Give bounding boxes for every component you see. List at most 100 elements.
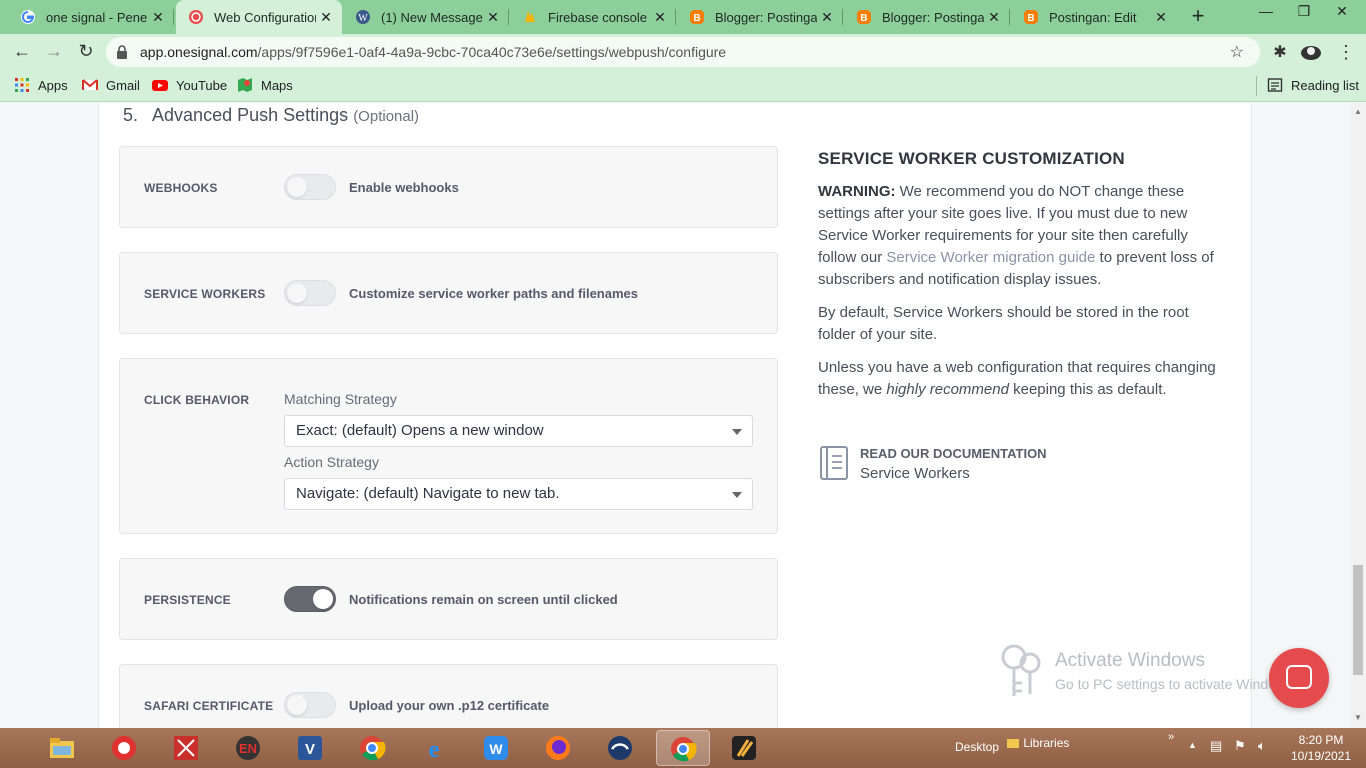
menu-dots-icon[interactable]: ⋮: [1336, 42, 1356, 62]
bookmark-gmail[interactable]: Gmail: [82, 77, 140, 93]
bookmark-label: Maps: [261, 77, 293, 93]
taskbar-app-10[interactable]: [602, 730, 638, 766]
action-strategy-select[interactable]: Navigate: (default) Navigate to new tab.: [284, 478, 753, 510]
webhooks-toggle[interactable]: [284, 174, 336, 200]
close-window-button[interactable]: ✕: [1322, 0, 1362, 24]
page-scrollbar[interactable]: ▲ ▼: [1350, 103, 1366, 728]
bookmark-apps[interactable]: Apps: [14, 77, 68, 93]
bookmark-label: YouTube: [176, 77, 228, 93]
wps-icon: W: [484, 736, 508, 760]
address-bar[interactable]: app.onesignal.com/apps/9f7596e1-0af4-4a9…: [106, 37, 1260, 67]
webhooks-card: WEBHOOKS Enable webhooks: [119, 146, 778, 228]
toolbar-expand-icon[interactable]: »: [1168, 731, 1174, 743]
taskbar-explorer[interactable]: [44, 730, 80, 766]
chrome-icon: [360, 736, 386, 761]
service-workers-toggle-text: Customize service worker paths and filen…: [349, 286, 638, 301]
restore-button[interactable]: ❐: [1284, 0, 1324, 24]
taskbar-app-3[interactable]: [168, 730, 204, 766]
section-number: 5.: [123, 105, 139, 125]
taskbar-app-5[interactable]: V: [292, 730, 328, 766]
internet-explorer-icon: e: [429, 737, 440, 762]
desktop-toolbar-label[interactable]: Desktop: [955, 740, 999, 754]
sw-recommend-text: Unless you have a web configuration that…: [818, 359, 1216, 398]
folder-icon: [50, 738, 74, 758]
service-workers-card: SERVICE WORKERS Customize service worker…: [119, 252, 778, 334]
system-clock[interactable]: 8:20 PM 10/19/2021: [1286, 732, 1356, 764]
scroll-up-icon[interactable]: ▲: [1354, 107, 1362, 116]
taskbar-chrome[interactable]: [354, 730, 390, 766]
profile-avatar[interactable]: [1300, 42, 1321, 62]
taskbar-chrome-active[interactable]: [656, 730, 710, 766]
url-domain: app.onesignal.com: [140, 44, 258, 60]
taskbar-ie[interactable]: e: [416, 730, 452, 766]
tab-title: Firebase console: [548, 9, 647, 25]
taskbar-app-2[interactable]: [106, 730, 142, 766]
clock-date: 10/19/2021: [1290, 749, 1352, 763]
chat-launcher-button[interactable]: [1269, 648, 1329, 708]
bookmark-maps[interactable]: Maps: [237, 77, 293, 93]
new-tab-button[interactable]: +: [1184, 5, 1212, 29]
persistence-toggle[interactable]: [284, 586, 336, 612]
reading-list[interactable]: Reading list: [1267, 77, 1359, 93]
app-icon: V: [298, 736, 322, 760]
svg-text:B: B: [693, 13, 700, 24]
taskbar-wps[interactable]: W: [478, 730, 514, 766]
libraries-toolbar-label[interactable]: Libraries: [1006, 736, 1069, 750]
tab-postingan-edit[interactable]: B Postingan: Edit ✕: [1011, 0, 1177, 34]
network-icon[interactable]: ▤: [1210, 738, 1222, 754]
forward-button[interactable]: →: [42, 40, 66, 64]
tab-close-icon[interactable]: ✕: [650, 9, 670, 26]
safari-certificate-label: SAFARI CERTIFICATE: [144, 699, 274, 713]
tab-blogger-2[interactable]: B Blogger: Postingan ✕: [844, 0, 1010, 34]
tab-new-message[interactable]: W (1) New Message! ✕: [343, 0, 509, 34]
safari-certificate-toggle[interactable]: [284, 692, 336, 718]
taskbar-firefox[interactable]: [540, 730, 576, 766]
tab-close-icon[interactable]: ✕: [817, 9, 837, 26]
libraries-icon: [1007, 739, 1019, 748]
bookmark-youtube[interactable]: YouTube: [152, 77, 227, 93]
bookmark-star-icon[interactable]: ☆: [1230, 42, 1244, 62]
scroll-down-icon[interactable]: ▼: [1354, 713, 1362, 722]
migration-guide-link[interactable]: Service Worker migration guide: [886, 249, 1095, 266]
action-strategy-label: Action Strategy: [284, 454, 379, 470]
onesignal-icon: [189, 10, 203, 24]
click-behavior-card: CLICK BEHAVIOR Matching Strategy Exact: …: [119, 358, 778, 534]
action-strategy-value: Navigate: (default) Navigate to new tab.: [296, 485, 560, 502]
browser-toolbar: ← → ↻ app.onesignal.com/apps/9f7596e1-0a…: [0, 34, 1366, 70]
tab-title: one signal - Penelu: [46, 9, 148, 25]
windows-taskbar: EN V e W Desktop Libraries » ▲ ▤ ⚑ 🔈︎ 8:…: [0, 728, 1366, 768]
tab-close-icon[interactable]: ✕: [316, 9, 336, 26]
lock-icon: [117, 45, 127, 59]
tab-firebase[interactable]: Firebase console ✕: [510, 0, 676, 34]
webhooks-toggle-text: Enable webhooks: [349, 180, 459, 195]
section-optional: (Optional): [353, 108, 420, 125]
back-button[interactable]: ←: [10, 40, 34, 64]
reload-button[interactable]: ↻: [74, 40, 98, 64]
warning-label: WARNING:: [818, 183, 896, 200]
tab-close-icon[interactable]: ✕: [148, 9, 168, 26]
svg-text:EN: EN: [239, 741, 257, 756]
documentation-link[interactable]: READ OUR DOCUMENTATION Service Workers: [818, 445, 1047, 482]
minimize-button[interactable]: —: [1246, 0, 1286, 24]
chevron-down-icon: [732, 429, 742, 435]
matching-strategy-value: Exact: (default) Opens a new window: [296, 422, 544, 439]
matching-strategy-select[interactable]: Exact: (default) Opens a new window: [284, 415, 753, 447]
maps-icon: [238, 78, 252, 92]
tab-one-signal[interactable]: one signal - Penelu ✕: [8, 0, 174, 34]
tray-overflow-icon[interactable]: ▲: [1188, 740, 1197, 750]
scrollbar-thumb[interactable]: [1353, 565, 1363, 675]
svg-text:W: W: [358, 13, 368, 24]
tab-close-icon[interactable]: ✕: [1151, 9, 1171, 26]
tab-title: Blogger: Postingan: [715, 9, 817, 25]
taskbar-app-4[interactable]: EN: [230, 730, 266, 766]
tab-close-icon[interactable]: ✕: [483, 9, 503, 26]
volume-icon[interactable]: 🔈︎: [1258, 738, 1266, 754]
tab-web-configuration[interactable]: Web Configuration ✕: [176, 0, 342, 34]
taskbar-winamp[interactable]: [726, 730, 762, 766]
tab-close-icon[interactable]: ✕: [984, 9, 1004, 26]
extensions-icon[interactable]: ✱: [1270, 42, 1290, 62]
service-workers-toggle[interactable]: [284, 280, 336, 306]
doc-subtitle: Service Workers: [860, 465, 970, 482]
flag-icon[interactable]: ⚑: [1234, 738, 1246, 754]
tab-blogger-1[interactable]: B Blogger: Postingan ✕: [677, 0, 843, 34]
